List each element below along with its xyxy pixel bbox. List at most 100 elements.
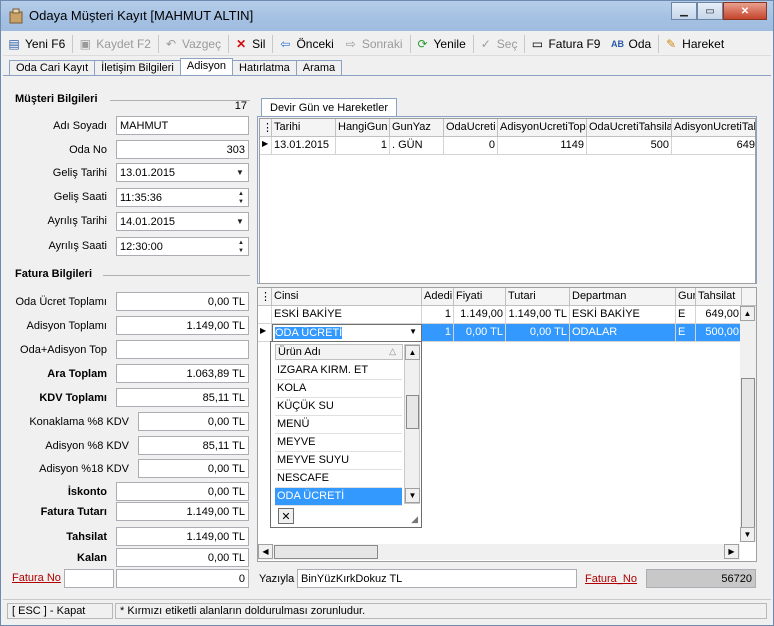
table-cell[interactable]: 1	[336, 137, 390, 155]
invoice-no-label[interactable]: Fatura No	[12, 572, 61, 584]
arrival-time-field[interactable]: 11:35:36 ▲ ▼	[116, 188, 249, 207]
close-button[interactable]: ✕	[723, 2, 767, 20]
room-total-field[interactable]: 0,00 TL	[116, 292, 249, 311]
chevron-down-icon[interactable]: ▼	[232, 164, 248, 181]
scroll-thumb[interactable]	[274, 545, 378, 559]
refresh-button[interactable]: ⟳ Yenile	[412, 33, 472, 55]
col-header-tutari[interactable]: Tutari	[506, 288, 570, 306]
col-header-tahsilat[interactable]: Tahsilat	[696, 288, 742, 306]
scroll-down-icon[interactable]: ▼	[405, 488, 420, 503]
table-cell[interactable]: 1.149,00 TL	[506, 306, 570, 324]
scroll-right-icon[interactable]: ▶	[724, 544, 739, 559]
tab-iletisim-bilgileri[interactable]: İletişim Bilgileri	[94, 60, 181, 76]
next-button[interactable]: ⇨ Sonraki	[340, 33, 409, 55]
col-header-adisyonucretitop[interactable]: AdisyonUcretiTop	[498, 119, 587, 137]
table-cell[interactable]: 1	[422, 324, 454, 342]
items-vertical-scrollbar[interactable]: ▲ ▼	[740, 306, 756, 542]
col-header-tarihi[interactable]: Tarihi	[272, 119, 336, 137]
departure-time-field[interactable]: 12:30:00 ▲ ▼	[116, 237, 249, 256]
spin-updown-icon[interactable]: ▲ ▼	[234, 189, 248, 206]
tab-hatirlatma[interactable]: Hatırlatma	[232, 60, 297, 76]
table-cell[interactable]: 13.01.2015	[272, 137, 336, 155]
room-button[interactable]: AB Oda	[606, 33, 657, 55]
title-bar[interactable]: Odaya Müşteri Kayıt [MAHMUT ALTIN] ▁ ▭ ✕	[1, 1, 773, 31]
col-header-odaucretitahsilat[interactable]: OdaUcretiTahsilat	[587, 119, 672, 137]
table-cell[interactable]: 0,00 TL	[506, 324, 570, 342]
tab-oda-cari-kayit[interactable]: Oda Cari Kayıt	[9, 60, 96, 76]
list-item[interactable]: MEYVE SUYU	[275, 452, 402, 470]
items-horizontal-scrollbar[interactable]: ◀ ▶	[258, 544, 740, 560]
subtotal-field[interactable]: 1.063,89 TL	[116, 364, 249, 383]
col-header-fiyati[interactable]: Fiyati	[454, 288, 506, 306]
cancel-button[interactable]: ↶ Vazgeç	[160, 33, 227, 55]
close-icon[interactable]: ✕	[278, 508, 294, 524]
table-cell[interactable]: ESKİ BAKİYE	[272, 306, 422, 324]
table-cell[interactable]: 1.149,00	[454, 306, 506, 324]
col-header-departman[interactable]: Departman	[570, 288, 676, 306]
list-item[interactable]: IZGARA KIRM. ET	[275, 362, 402, 380]
chevron-down-icon[interactable]: ▼	[232, 213, 248, 230]
minimize-button[interactable]: ▁	[671, 2, 697, 20]
table-cell[interactable]: E	[676, 306, 696, 324]
table-cell[interactable]: 1149	[498, 137, 587, 155]
fatura-no-label[interactable]: Fatura_No	[585, 573, 637, 585]
invoice-no-number-field[interactable]: 0	[116, 569, 249, 588]
previous-button[interactable]: ⇦ Önceki	[274, 33, 339, 55]
table-cell[interactable]: E	[676, 324, 696, 342]
select-button[interactable]: ✓ Seç	[475, 33, 524, 55]
col-header-gunyaz[interactable]: GunYaz	[390, 119, 444, 137]
remaining-field[interactable]: 0,00 TL	[116, 548, 249, 567]
kdv-total-field[interactable]: 85,11 TL	[116, 388, 249, 407]
maximize-button[interactable]: ▭	[697, 2, 723, 20]
discount-field[interactable]: 0,00 TL	[116, 482, 249, 501]
list-item[interactable]: KOLA	[275, 380, 402, 398]
kdv-lodging-field[interactable]: 0,00 TL	[138, 412, 249, 431]
table-cell[interactable]: . GÜN	[390, 137, 444, 155]
room-adisyon-field[interactable]	[116, 340, 249, 359]
tab-adisyon[interactable]: Adisyon	[179, 58, 234, 76]
list-item-selected[interactable]: ODA ÜCRETİ	[275, 488, 402, 506]
table-cell[interactable]: 0,00 TL	[454, 324, 506, 342]
tab-devir[interactable]: Devir Gün ve Hareketler	[261, 98, 397, 117]
list-item[interactable]: KÜÇÜK SU	[275, 398, 402, 416]
chevron-down-icon[interactable]: ▼	[409, 327, 417, 336]
scroll-up-icon[interactable]: ▲	[405, 345, 420, 360]
arrival-date-field[interactable]: 13.01.2015 ▼	[116, 163, 249, 182]
col-header-adedi[interactable]: Adedi	[422, 288, 454, 306]
list-item[interactable]: NESCAFE	[275, 470, 402, 488]
table-cell[interactable]: 1	[422, 306, 454, 324]
invoice-button[interactable]: ▭ Fatura F9	[526, 33, 606, 55]
table-cell[interactable]: ESKİ BAKİYE	[570, 306, 676, 324]
spin-updown-icon[interactable]: ▲ ▼	[234, 238, 248, 255]
table-cell[interactable]: ODALAR	[570, 324, 676, 342]
name-field[interactable]: MAHMUT	[116, 116, 249, 135]
written-field[interactable]: BinYüzKırkDokuz TL	[297, 569, 577, 588]
table-cell[interactable]: 649	[672, 137, 755, 155]
scroll-thumb[interactable]	[741, 378, 755, 528]
save-button[interactable]: ▣ Kaydet F2	[74, 33, 157, 55]
list-item[interactable]: MENÜ	[275, 416, 402, 434]
invoice-total-field[interactable]: 1.149,00 TL	[116, 502, 249, 521]
kdv-adisyon8-field[interactable]: 85,11 TL	[138, 436, 249, 455]
cinsi-combo-editor[interactable]: ODA ÜCRETİ ▼	[272, 324, 422, 342]
kdv-adisyon18-field[interactable]: 0,00 TL	[138, 459, 249, 478]
list-item[interactable]: MEYVE	[275, 434, 402, 452]
product-dropdown[interactable]: Ürün Adı △ IZGARA KIRM. ET KOLA KÜÇÜK SU…	[270, 341, 422, 528]
col-header-adisyonucretitahsilat[interactable]: AdisyonUcretiTahsilat	[672, 119, 755, 137]
departure-date-field[interactable]: 14.01.2015 ▼	[116, 212, 249, 231]
dropdown-header[interactable]: Ürün Adı △	[275, 344, 403, 360]
tab-arama[interactable]: Arama	[295, 60, 343, 76]
invoice-no-field[interactable]	[64, 569, 114, 588]
movement-button[interactable]: ✎ Hareket	[660, 33, 730, 55]
col-header-gun[interactable]: Gun	[676, 288, 696, 306]
col-header-odaucreti[interactable]: OdaUcreti	[444, 119, 498, 137]
fatura-no-field[interactable]: 56720	[646, 569, 756, 588]
collection-field[interactable]: 1.149,00 TL	[116, 527, 249, 546]
scroll-thumb[interactable]	[406, 395, 419, 429]
col-header-cinsi[interactable]: Cinsi	[272, 288, 422, 306]
table-cell[interactable]: 500,00	[696, 324, 742, 342]
table-cell[interactable]: 500	[587, 137, 672, 155]
table-cell[interactable]: 0	[444, 137, 498, 155]
new-button[interactable]: ▤ Yeni F6	[3, 33, 71, 55]
table-cell[interactable]: 649,00	[696, 306, 742, 324]
